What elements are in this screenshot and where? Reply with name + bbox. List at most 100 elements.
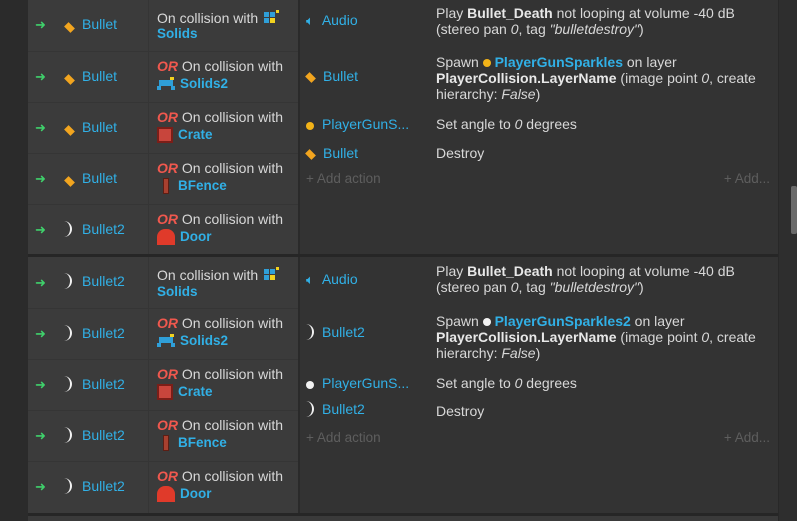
action-row[interactable]: Bullet Spawn PlayerGunSparkles on layer … [300,50,778,106]
action-row[interactable]: Bullet Destroy [300,139,778,167]
action-object[interactable]: 🔈︎ Audio [306,12,358,29]
condition-text[interactable]: OR On collision with [157,58,283,74]
condition-text[interactable]: OR On collision with [157,468,283,484]
action-row[interactable]: 🔈︎ Audio Play Bullet_Death not looping at… [300,0,778,46]
action-text[interactable]: Spawn PlayerGunSparkles2 on layer Player… [436,313,776,361]
condition-row[interactable]: ➜ Bullet2 OR On collision with Crate [28,359,298,411]
condition-row[interactable]: ➜ Bullet2 OR On collision with Solids2 [28,308,298,360]
add-action-button[interactable]: + Add action [306,171,381,186]
bullet2-bracket-icon [64,478,72,497]
condition-row[interactable]: ➜ Bullet2 OR On collision with Door [28,461,298,513]
add-action-button[interactable]: + Add action [306,430,381,445]
condition-text[interactable]: OR On collision with [157,315,283,331]
condition-row[interactable]: ➜ Bullet2 OR On collision with BFence [28,410,298,462]
condition-object-name[interactable]: Bullet2 [82,376,125,392]
action-row[interactable]: PlayerGunS... Set angle to 0 degrees [300,369,778,397]
condition-object-name[interactable]: Bullet2 [82,273,125,289]
add-more-button[interactable]: + Add... [724,430,770,445]
condition-text[interactable]: OR On collision with [157,160,283,176]
text-part: Play [436,263,468,279]
action-text[interactable]: Spawn PlayerGunSparkles on layer PlayerC… [436,54,776,102]
condition-row[interactable]: ➜ Bullet OR On collision with Crate [28,102,298,154]
condition-object-name[interactable]: Bullet [82,170,117,186]
action-object-name: Audio [321,271,358,287]
condition-object-name[interactable]: Bullet [82,16,117,32]
condition-text[interactable]: On collision with [157,267,282,283]
condition-text[interactable]: OR On collision with [157,211,283,227]
fence-icon [163,178,169,195]
action-text[interactable]: Play Bullet_Death not looping at volume … [436,263,776,295]
condition-object-name[interactable]: Bullet2 [82,221,125,237]
condition-object-name[interactable]: Bullet2 [82,427,125,443]
spawn-object-link[interactable]: PlayerGunSparkles2 [495,313,631,329]
action-object[interactable]: 🔈︎ Audio [306,271,358,288]
actions-column: 🔈︎ Audio Play Bullet_Death not looping at… [300,257,778,513]
condition-row[interactable]: ➜ Bullet2 On collision with Solids [28,257,298,308]
text-part: (image point [616,70,702,86]
condition-target-wrap[interactable]: Crate [157,127,213,144]
condition-target-wrap[interactable]: Door [157,229,212,246]
actions-column: 🔈︎ Audio Play Bullet_Death not looping at… [300,0,778,254]
action-object[interactable]: PlayerGunS... [306,375,409,392]
condition-text[interactable]: OR On collision with [157,109,283,125]
action-text[interactable]: Destroy [436,403,776,419]
action-object[interactable]: Bullet2 [306,324,365,343]
condition-target-wrap[interactable]: Solids2 [157,76,228,91]
condition-target-wrap[interactable]: BFence [157,435,227,452]
bullet-diamond-icon [64,123,75,138]
condition-object-name[interactable]: Bullet2 [82,478,125,494]
action-object[interactable]: Bullet [305,145,358,162]
action-object-name: Bullet2 [322,401,365,418]
condition-target-wrap[interactable]: Solids2 [157,333,228,348]
speaker-icon: 🔈︎ [306,272,314,288]
bullet2-bracket-icon [64,221,72,240]
text-part: on layer [630,313,685,329]
param-value: 0 [510,279,519,295]
condition-target-wrap[interactable]: Door [157,486,212,503]
condition-row[interactable]: ➜ Bullet2 OR On collision with Door [28,204,298,256]
action-object[interactable]: Bullet2 [306,401,365,420]
condition-row[interactable]: ➜ Bullet OR On collision with BFence [28,153,298,205]
condition-row[interactable]: ➜ Bullet On collision with Solids [28,0,298,51]
add-more-button[interactable]: + Add... [724,171,770,186]
action-text[interactable]: Set angle to 0 degrees [436,116,776,132]
condition-target: Solids2 [180,76,229,91]
action-text[interactable]: Play Bullet_Death not looping at volume … [436,5,776,37]
condition-text[interactable]: OR On collision with [157,366,283,382]
action-row[interactable]: 🔈︎ Audio Play Bullet_Death not looping at… [300,257,778,303]
action-row[interactable]: PlayerGunS... Set angle to 0 degrees [300,110,778,138]
action-text[interactable]: Set angle to 0 degrees [436,375,776,391]
condition-object-name[interactable]: Bullet2 [82,325,125,341]
scrollbar-track[interactable] [778,0,797,521]
condition-target[interactable]: Solids [157,284,198,299]
speaker-icon: 🔈︎ [306,13,314,29]
event-block-3-top[interactable] [28,516,778,521]
condition-target-wrap[interactable]: Crate [157,384,213,401]
action-text[interactable]: Destroy [436,145,776,161]
scrollbar-thumb[interactable] [791,186,797,234]
arrow-icon: ➜ [35,171,46,186]
condition-target-wrap[interactable]: BFence [157,178,227,195]
condition-object-name[interactable]: Bullet [82,68,117,84]
condition-text[interactable]: On collision with [157,10,282,26]
spawn-object-link[interactable]: PlayerGunSparkles [495,54,623,70]
condition-object-name[interactable]: Bullet [82,119,117,135]
event-block-1[interactable]: ➜ Bullet On collision with Solids ➜ Bull… [28,0,778,254]
action-row[interactable]: Bullet2 Spawn PlayerGunSparkles2 on laye… [300,308,778,364]
text-part: on layer [623,54,677,70]
action-object[interactable]: PlayerGunS... [306,116,409,133]
or-keyword: OR [157,160,178,176]
text-part: Destroy [436,145,485,161]
or-keyword: OR [157,211,178,227]
condition-target[interactable]: Solids [157,26,198,41]
event-block-2[interactable]: ➜ Bullet2 On collision with Solids ➜ Bul… [28,257,778,513]
action-object[interactable]: Bullet [305,68,359,85]
action-object-name: PlayerGunS... [322,116,410,132]
condition-row[interactable]: ➜ Bullet OR On collision with Solids2 [28,51,298,103]
or-keyword: OR [157,58,178,74]
white-dot-icon [306,376,314,392]
condition-text[interactable]: OR On collision with [157,417,283,433]
action-object-name: Bullet [323,68,359,84]
text-part: Spawn [436,54,483,70]
action-row[interactable]: Bullet2 Destroy [300,397,778,425]
